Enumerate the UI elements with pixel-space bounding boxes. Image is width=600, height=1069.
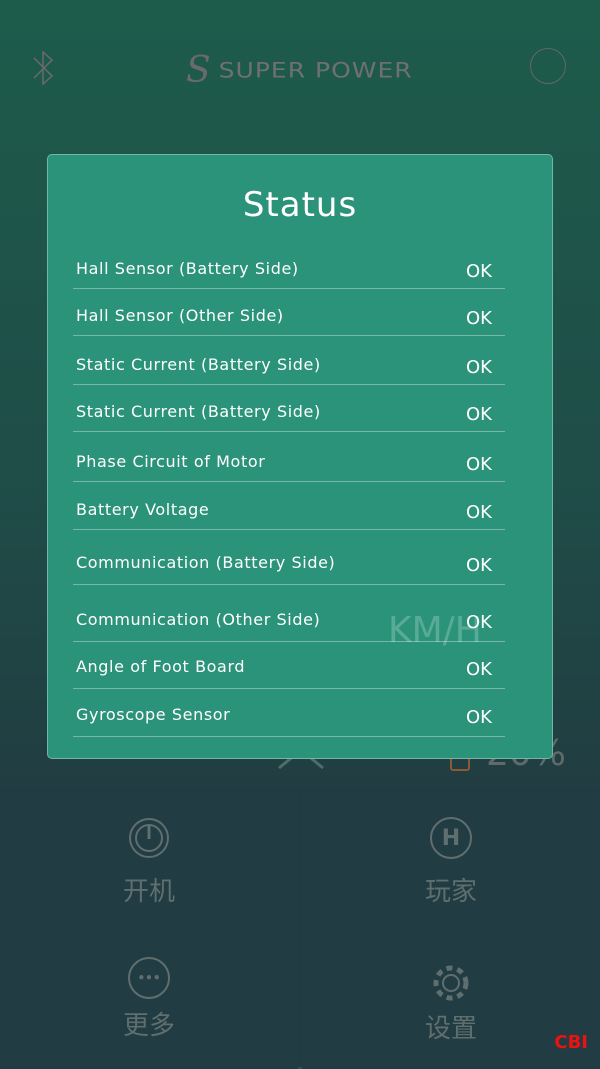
status-row: Communication (Battery Side) OK xyxy=(73,553,505,585)
status-row: Battery Voltage OK xyxy=(73,500,505,530)
menu-power[interactable]: 开机 xyxy=(0,792,298,929)
status-row: Phase Circuit of Motor OK xyxy=(73,452,505,482)
brand-logo: S SUPER POWER xyxy=(186,49,413,91)
status-row: Hall Sensor (Battery Side) OK xyxy=(73,259,505,289)
status-dialog: Status Hall Sensor (Battery Side) OK Hall… xyxy=(47,154,553,759)
power-icon xyxy=(129,818,169,858)
status-row: Hall Sensor (Other Side) OK xyxy=(73,306,505,336)
status-row: Static Current (Battery Side) OK xyxy=(73,402,505,432)
speedometer-icon[interactable] xyxy=(530,48,566,84)
h-icon: H xyxy=(430,817,472,859)
menu-player[interactable]: H 玩家 xyxy=(302,792,600,929)
bluetooth-icon[interactable] xyxy=(28,48,58,88)
watermark-logo: CBI xyxy=(554,1032,588,1053)
menu-more[interactable]: ••• 更多 xyxy=(0,932,298,1069)
status-row: Gyroscope Sensor OK xyxy=(73,705,505,737)
status-row: Static Current (Battery Side) OK xyxy=(73,355,505,385)
gear-icon xyxy=(433,965,469,1001)
menu-grid: 开机 H 玩家 ••• 更多 设置 xyxy=(0,788,600,1069)
more-icon: ••• xyxy=(128,957,170,999)
status-row: Angle of Foot Board OK xyxy=(73,657,505,689)
status-row: Communication (Other Side) OK xyxy=(73,610,505,642)
dialog-title: Status xyxy=(242,185,358,225)
